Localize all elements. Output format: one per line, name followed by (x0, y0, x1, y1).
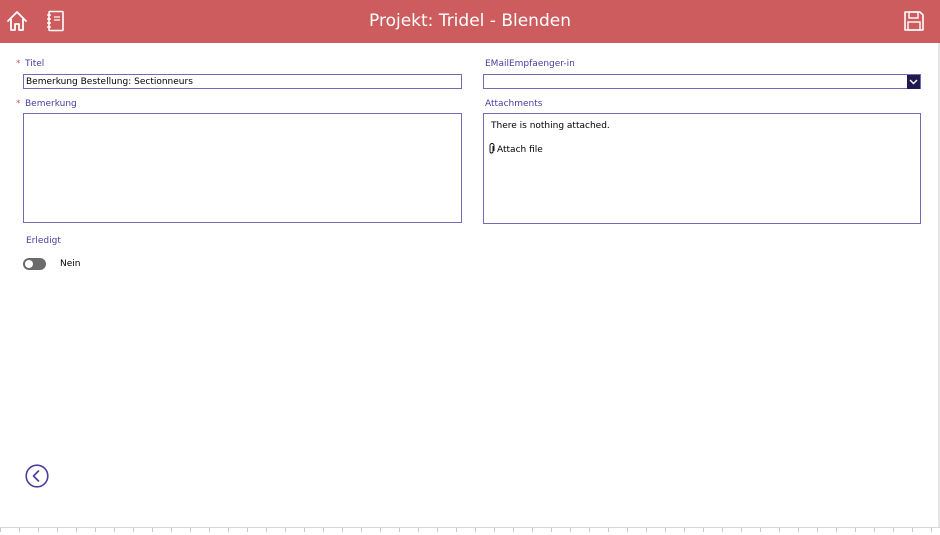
bemerkung-required-mark: * (16, 99, 21, 109)
bemerkung-textarea[interactable] (23, 113, 462, 223)
page-title: Projekt: Tridel - Blenden (369, 11, 571, 31)
erledigt-toggle[interactable] (23, 258, 46, 270)
attach-file-label: Attach file (497, 145, 543, 155)
save-icon[interactable] (903, 10, 925, 32)
chevron-down-icon[interactable] (907, 75, 920, 89)
titel-required-mark: * (16, 59, 21, 69)
attach-file-button[interactable]: Attach file (488, 143, 543, 157)
titel-label: Titel (25, 59, 45, 69)
titel-input[interactable] (23, 74, 462, 89)
email-dropdown[interactable] (483, 74, 921, 89)
bottom-ruler-ticks (0, 528, 940, 532)
erledigt-label: Erledigt (26, 236, 61, 246)
paperclip-icon (488, 143, 495, 157)
toggle-knob (25, 260, 33, 268)
attachments-empty-text: There is nothing attached. (491, 121, 610, 131)
erledigt-state-text: Nein (60, 259, 81, 269)
email-label: EMailEmpfaenger-in (485, 59, 575, 69)
notebook-icon[interactable] (46, 10, 66, 32)
attachments-label: Attachments (485, 99, 543, 109)
attachments-box: There is nothing attached. Attach file (483, 113, 921, 224)
bemerkung-label: Bemerkung (25, 99, 77, 109)
back-arrow-icon[interactable] (25, 464, 49, 492)
home-icon[interactable] (6, 10, 28, 32)
